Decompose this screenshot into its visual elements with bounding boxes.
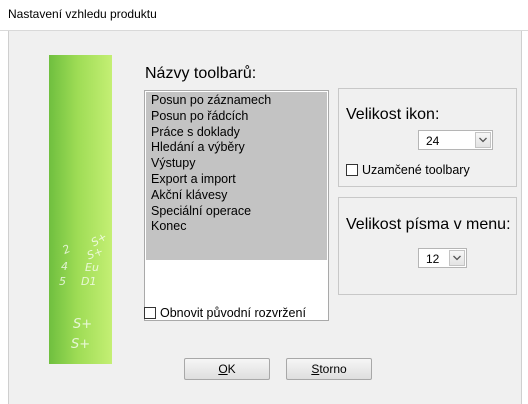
- cancel-button[interactable]: Storno: [286, 358, 372, 380]
- locked-toolbars-label: Uzamčené toolbary: [362, 163, 470, 177]
- icon-size-value: 24: [426, 134, 440, 148]
- menu-font-combo[interactable]: 12: [418, 248, 467, 268]
- icon-size-label: Velikost ikon:: [346, 106, 440, 123]
- chevron-down-icon[interactable]: [475, 132, 491, 148]
- ok-label: K: [227, 362, 236, 376]
- banner-glyphs: S+ 2 S+ 4 Eu 5 D1 S+ S+: [49, 55, 112, 364]
- icon-size-combo[interactable]: 24: [418, 130, 493, 150]
- list-item[interactable]: Export a import: [151, 172, 271, 188]
- list-item[interactable]: Práce s doklady: [151, 125, 271, 141]
- cancel-label: torno: [319, 362, 347, 376]
- locked-toolbars-check[interactable]: Uzamčené toolbary: [346, 163, 506, 179]
- menu-font-label: Velikost písma v menu:: [346, 216, 511, 233]
- menu-font-value: 12: [426, 252, 440, 266]
- list-item[interactable]: Speciální operace: [151, 204, 271, 220]
- banner-image: S+ 2 S+ 4 Eu 5 D1 S+ S+: [49, 55, 112, 364]
- banner-glyph: 5: [59, 275, 66, 288]
- toolbar-list[interactable]: Posun po záznamech Posun po řádcích Prác…: [144, 90, 329, 321]
- banner-glyph: S+: [85, 244, 105, 263]
- banner-glyph: S+: [71, 337, 91, 352]
- banner-glyph: 4: [61, 260, 68, 273]
- ok-button[interactable]: OK: [184, 358, 270, 380]
- ok-accelerator: O: [218, 362, 228, 376]
- list-item[interactable]: Výstupy: [151, 156, 271, 172]
- chevron-down-icon[interactable]: [449, 250, 465, 266]
- dialog-window: Nastavení vzhledu produktu S+ 2 S+ 4 Eu …: [0, 0, 528, 404]
- list-item[interactable]: Hledání a výběry: [151, 140, 271, 156]
- list-item[interactable]: Akční klávesy: [151, 188, 271, 204]
- list-item[interactable]: Posun po záznamech: [151, 93, 271, 109]
- toolbar-list-items: Posun po záznamech Posun po řádcích Prác…: [151, 93, 271, 235]
- toolbar-names-label: Názvy toolbarů:: [145, 65, 257, 82]
- list-item[interactable]: Konec: [151, 219, 271, 235]
- restore-layout-label: Obnovit původní rozvržení: [160, 306, 306, 320]
- icon-size-group: Velikost ikon: 24 Uzamčené toolbary: [338, 88, 517, 187]
- title-bar: Nastavení vzhledu produktu: [0, 0, 528, 31]
- list-item[interactable]: Posun po řádcích: [151, 109, 271, 125]
- banner-glyph: D1: [81, 275, 97, 288]
- restore-layout-checkbox[interactable]: [144, 307, 156, 319]
- locked-toolbars-checkbox[interactable]: [346, 164, 358, 176]
- window-title: Nastavení vzhledu produktu: [8, 7, 157, 21]
- banner-glyph: Eu: [85, 261, 99, 274]
- restore-layout-check[interactable]: Obnovit původní rozvržení: [144, 306, 344, 322]
- banner-glyph: 2: [60, 242, 73, 257]
- menu-font-group: Velikost písma v menu: 12: [338, 197, 517, 295]
- banner-glyph: S+: [73, 317, 93, 332]
- dialog-client: S+ 2 S+ 4 Eu 5 D1 S+ S+ Názvy toolbarů: …: [8, 31, 522, 404]
